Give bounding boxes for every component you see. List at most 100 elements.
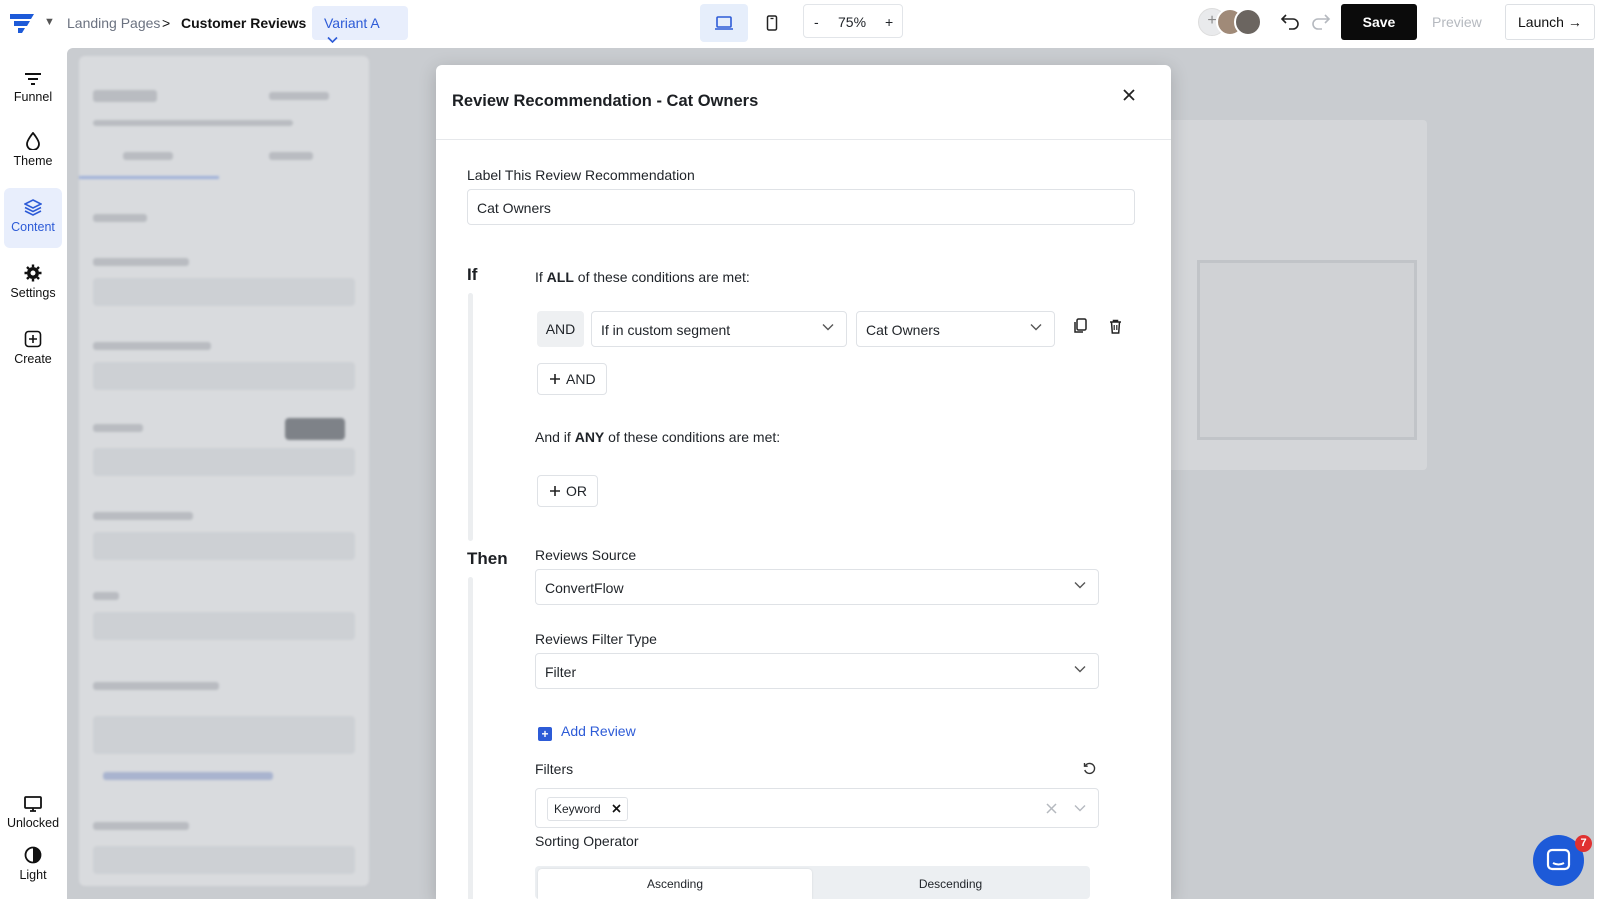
- sidebar-item-theme[interactable]: Theme: [4, 132, 62, 176]
- close-button[interactable]: [1119, 85, 1139, 105]
- clear-icon[interactable]: [1046, 803, 1057, 814]
- modal-title: Review Recommendation - Cat Owners: [452, 92, 759, 110]
- sidebar-item-label: Content: [11, 220, 55, 234]
- trash-icon[interactable]: [1109, 319, 1122, 334]
- text-bold: ANY: [574, 429, 605, 445]
- breadcrumb-landing-pages[interactable]: Landing Pages: [67, 15, 160, 31]
- button-label: AND: [566, 371, 596, 387]
- sidebar-item-content[interactable]: Content: [4, 188, 62, 248]
- sort-ascending-option[interactable]: Ascending: [538, 869, 812, 899]
- filters-label: Filters: [535, 761, 574, 777]
- zoom-in-button[interactable]: +: [885, 14, 893, 30]
- variant-selector[interactable]: Variant A: [312, 6, 408, 44]
- chevron-down-icon[interactable]: [1074, 804, 1086, 812]
- zoom-control: - 75% +: [803, 4, 903, 38]
- add-review-link[interactable]: + Add Review: [538, 723, 636, 741]
- sidebar-item-label: Theme: [13, 154, 53, 168]
- plus-icon: [550, 486, 560, 496]
- reviews-source-select[interactable]: ConvertFlow: [535, 569, 1099, 605]
- then-heading: Then: [467, 549, 508, 568]
- mobile-icon: [766, 15, 778, 31]
- desktop-view-button[interactable]: [700, 4, 748, 42]
- add-review-label: Add Review: [561, 723, 636, 739]
- sidebar-item-label: Light: [19, 868, 47, 882]
- sidebar-item-settings[interactable]: Settings: [4, 264, 62, 308]
- save-button[interactable]: Save: [1341, 4, 1417, 40]
- reviews-filter-type-value: Filter: [545, 664, 577, 680]
- laptop-icon: [715, 16, 733, 30]
- blurred-page-preview: [1167, 120, 1427, 470]
- chevron-down-icon: [1074, 582, 1086, 589]
- logo-chevron-down-icon[interactable]: ▼: [44, 16, 55, 28]
- if-heading: If: [467, 265, 478, 284]
- sidebar-item-funnel[interactable]: Funnel: [4, 72, 62, 112]
- condition-value-select[interactable]: Cat Owners: [856, 311, 1055, 347]
- if-rule-line: [468, 293, 473, 541]
- text-bold: ALL: [546, 269, 574, 285]
- collaborators[interactable]: +: [1198, 8, 1264, 38]
- chevron-down-icon: [1030, 324, 1042, 331]
- all-conditions-label: If ALL of these conditions are met:: [535, 269, 750, 285]
- close-icon: [1123, 89, 1135, 101]
- review-recommendation-modal: Review Recommendation - Cat Owners Label…: [436, 65, 1171, 899]
- plus-square-icon: +: [538, 727, 552, 741]
- filters-multiselect[interactable]: Keyword: [535, 788, 1099, 828]
- droplet-icon: [26, 132, 40, 150]
- mobile-view-button[interactable]: [748, 4, 796, 42]
- condition-type-value: If in custom segment: [601, 322, 731, 338]
- add-and-condition-button[interactable]: AND: [537, 363, 607, 395]
- text-prefix: If: [535, 269, 547, 285]
- then-rule-line: [468, 577, 473, 899]
- undo-icon[interactable]: [1280, 12, 1300, 30]
- and-operator-tag: AND: [537, 311, 584, 347]
- sorting-operator-label: Sorting Operator: [535, 833, 639, 849]
- condition-type-select[interactable]: If in custom segment: [591, 311, 847, 347]
- reviews-source-value: ConvertFlow: [545, 580, 624, 596]
- sidebar-item-light[interactable]: Light: [4, 846, 62, 886]
- redo-icon[interactable]: [1311, 12, 1331, 30]
- reviews-source-label: Reviews Source: [535, 547, 637, 563]
- plus-icon: [550, 374, 560, 384]
- layers-icon: [24, 199, 42, 216]
- sidebar-item-create[interactable]: Create: [4, 330, 62, 374]
- sidebar-item-unlocked[interactable]: Unlocked: [4, 796, 62, 836]
- monitor-icon: [24, 796, 42, 812]
- zoom-out-button[interactable]: -: [814, 14, 819, 30]
- launch-button[interactable]: Launch →: [1505, 4, 1595, 40]
- text-prefix: And if: [535, 429, 575, 445]
- gear-icon: [24, 264, 42, 282]
- reviews-filter-type-select[interactable]: Filter: [535, 653, 1099, 689]
- remove-chip-icon[interactable]: [612, 804, 621, 813]
- sort-descending-option[interactable]: Descending: [814, 869, 1087, 899]
- sorting-operator-toggle: Ascending Descending: [535, 866, 1090, 899]
- text-suffix: of these conditions are met:: [573, 269, 750, 285]
- chevron-down-icon: [327, 36, 338, 44]
- sidebar-item-label: Unlocked: [6, 816, 60, 830]
- sidebar-item-label: Create: [14, 352, 52, 366]
- label-field-title: Label This Review Recommendation: [467, 167, 695, 183]
- reviews-filter-type-label: Reviews Filter Type: [535, 631, 657, 647]
- any-conditions-label: And if ANY of these conditions are met:: [535, 429, 780, 445]
- blurred-settings-panel: [79, 56, 369, 886]
- notification-badge: 7: [1575, 835, 1592, 852]
- reset-icon[interactable]: [1083, 762, 1096, 775]
- text-suffix: of these conditions are met:: [604, 429, 781, 445]
- chevron-down-icon: [822, 324, 834, 331]
- plus-square-icon: [24, 330, 42, 348]
- sidebar-item-label: Funnel: [13, 90, 53, 104]
- preview-button[interactable]: Preview: [1432, 14, 1482, 30]
- filter-chip: Keyword: [547, 797, 629, 821]
- add-or-condition-button[interactable]: OR: [537, 475, 598, 507]
- label-input[interactable]: Cat Owners: [467, 189, 1135, 225]
- contrast-icon: [24, 846, 42, 864]
- condition-value: Cat Owners: [866, 322, 940, 338]
- top-bar: ▼ Landing Pages > Customer Reviews Varia…: [0, 0, 1600, 44]
- divider: [436, 139, 1171, 140]
- duplicate-icon[interactable]: [1073, 318, 1087, 334]
- convertflow-logo-icon[interactable]: [8, 10, 38, 36]
- breadcrumb-current-page: Customer Reviews: [181, 15, 307, 31]
- avatar: [1234, 8, 1262, 36]
- chevron-down-icon: [1074, 666, 1086, 673]
- filter-chip-label: Keyword: [554, 802, 601, 816]
- button-label: OR: [566, 483, 587, 499]
